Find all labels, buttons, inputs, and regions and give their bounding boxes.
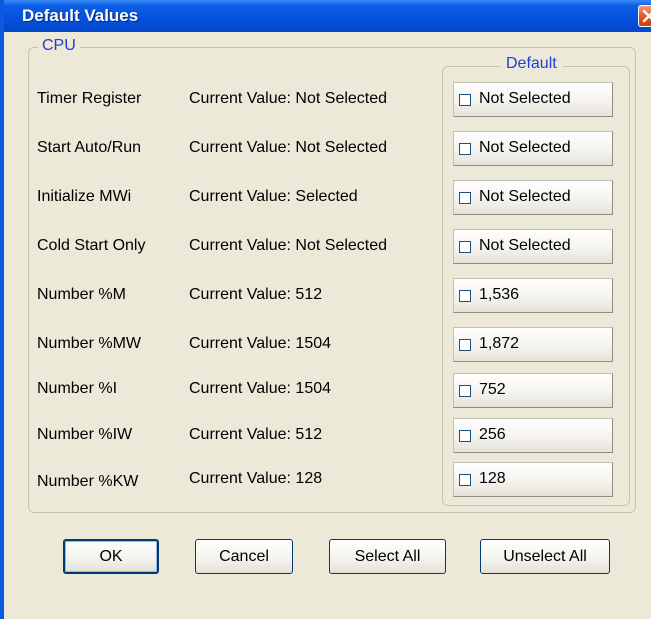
row-label-cold-start-only: Cold Start Only [37, 237, 146, 254]
default-value: Not Selected [479, 188, 571, 205]
row-current-number-iw: Current Value: 512 [189, 426, 323, 443]
checkbox[interactable] [459, 430, 471, 442]
window-title: Default Values [22, 6, 139, 25]
close-icon [642, 9, 651, 23]
title-bar[interactable]: Default Values [4, 0, 651, 32]
checkbox[interactable] [459, 241, 471, 253]
unselect-all-button[interactable]: Unselect All [480, 539, 610, 574]
default-toggle-timer-register[interactable]: Not Selected [453, 82, 613, 117]
default-value: 752 [479, 381, 506, 398]
row-label-number-i: Number %I [37, 380, 118, 397]
row-label-initialize-mwi: Initialize MWi [37, 188, 132, 205]
row-label-number-kw: Number %KW [37, 473, 139, 490]
default-value: 128 [479, 470, 506, 487]
row-current-number-mw: Current Value: 1504 [189, 335, 332, 352]
row-label-number-mw: Number %MW [37, 335, 142, 352]
select-all-button[interactable]: Select All [329, 539, 446, 574]
row-label-number-m: Number %M [37, 286, 126, 303]
cpu-group-legend: CPU [38, 37, 80, 55]
row-current-number-i: Current Value: 1504 [189, 380, 332, 397]
default-value: Not Selected [479, 90, 571, 107]
default-value: 1,536 [479, 286, 520, 303]
default-value: Not Selected [479, 237, 571, 254]
checkbox[interactable] [459, 290, 471, 302]
default-toggle-number-iw[interactable]: 256 [453, 418, 613, 453]
row-current-start-auto-run: Current Value: Not Selected [189, 139, 388, 156]
checkbox[interactable] [459, 94, 471, 106]
row-current-number-m: Current Value: 512 [189, 286, 323, 303]
row-label-number-iw: Number %IW [37, 426, 133, 443]
close-button[interactable] [638, 5, 651, 27]
row-label-start-auto-run: Start Auto/Run [37, 139, 142, 156]
checkbox[interactable] [459, 339, 471, 351]
checkbox[interactable] [459, 385, 471, 397]
default-value: Not Selected [479, 139, 571, 156]
cancel-button[interactable]: Cancel [195, 539, 293, 574]
default-group-legend: Default [500, 55, 563, 73]
row-label-timer-register: Timer Register [37, 90, 142, 107]
row-current-cold-start-only: Current Value: Not Selected [189, 237, 388, 254]
default-value: 1,872 [479, 335, 520, 352]
row-current-number-kw: Current Value: 128 [189, 470, 323, 487]
checkbox[interactable] [459, 143, 471, 155]
checkbox[interactable] [459, 192, 471, 204]
default-toggle-number-i[interactable]: 752 [453, 373, 613, 408]
default-toggle-start-auto-run[interactable]: Not Selected [453, 131, 613, 166]
checkbox[interactable] [459, 474, 471, 486]
row-current-timer-register: Current Value: Not Selected [189, 90, 388, 107]
default-toggle-number-kw[interactable]: 128 [453, 462, 613, 497]
ok-button[interactable]: OK [63, 539, 159, 574]
default-toggle-cold-start-only[interactable]: Not Selected [453, 229, 613, 264]
default-toggle-number-m[interactable]: 1,536 [453, 278, 613, 313]
default-toggle-initialize-mwi[interactable]: Not Selected [453, 180, 613, 215]
default-toggle-number-mw[interactable]: 1,872 [453, 327, 613, 362]
default-value: 256 [479, 426, 506, 443]
row-current-initialize-mwi: Current Value: Selected [189, 188, 358, 205]
